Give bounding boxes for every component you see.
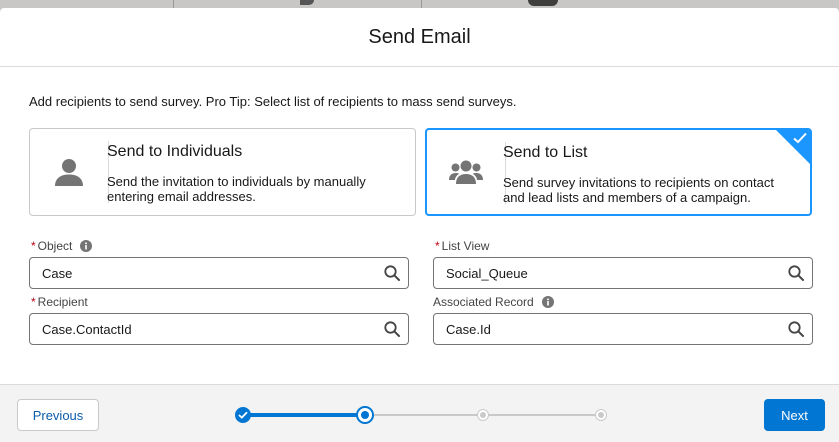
info-icon[interactable] xyxy=(80,240,93,252)
progress-step-upcoming[interactable] xyxy=(596,410,606,420)
modal-title: Send Email xyxy=(368,25,471,48)
modal-body: Add recipients to send survey. Pro Tip: … xyxy=(0,67,839,384)
send-to-list-option[interactable]: Send to List Send survey invitations to … xyxy=(425,128,812,216)
associated-record-input[interactable] xyxy=(434,314,774,344)
recipient-label: * Recipient xyxy=(31,295,88,309)
next-button[interactable]: Next xyxy=(764,399,825,431)
list-view-label: * List View xyxy=(435,239,489,253)
previous-button[interactable]: Previous xyxy=(17,399,99,431)
send-to-individuals-option[interactable]: Send to Individuals Send the invitation … xyxy=(29,128,416,216)
progress-indicator xyxy=(234,405,614,425)
object-lookup[interactable] xyxy=(29,257,409,289)
object-input[interactable] xyxy=(30,258,370,288)
option-title: Send to Individuals xyxy=(107,143,243,160)
list-view-lookup[interactable] xyxy=(433,257,813,289)
recipient-input[interactable] xyxy=(30,314,370,344)
option-description: Send the invitation to individuals by ma… xyxy=(107,174,366,204)
search-icon[interactable] xyxy=(788,321,804,337)
option-description: Send survey invitations to recipients on… xyxy=(503,175,774,205)
group-icon xyxy=(427,130,505,214)
recipient-label-text: Recipient xyxy=(37,295,88,309)
modal-header: Send Email xyxy=(0,8,839,67)
object-label-text: Object xyxy=(37,239,73,253)
search-icon[interactable] xyxy=(384,265,400,281)
associated-record-lookup[interactable] xyxy=(433,313,813,345)
recipient-lookup[interactable] xyxy=(29,313,409,345)
required-indicator: * xyxy=(435,239,440,253)
option-title: Send to List xyxy=(503,144,588,161)
search-icon[interactable] xyxy=(788,265,804,281)
check-icon xyxy=(238,411,248,419)
send-email-modal: Send Email Add recipients to send survey… xyxy=(0,8,839,442)
background-shape xyxy=(528,0,558,6)
progress-step-current[interactable] xyxy=(356,406,374,424)
list-view-input[interactable] xyxy=(434,258,774,288)
progress-step-completed[interactable] xyxy=(235,407,251,423)
object-label: * Object xyxy=(31,239,93,253)
progress-step-upcoming[interactable] xyxy=(478,410,488,420)
user-icon xyxy=(30,129,108,215)
associated-record-label-text: Associated Record xyxy=(433,295,534,309)
associated-record-label: Associated Record xyxy=(433,295,554,309)
search-icon[interactable] xyxy=(384,321,400,337)
required-indicator: * xyxy=(31,239,36,253)
progress-track-completed xyxy=(243,413,366,417)
info-icon[interactable] xyxy=(541,296,554,308)
checkmark-icon xyxy=(793,132,807,144)
list-view-label-text: List View xyxy=(441,239,490,253)
required-indicator: * xyxy=(31,295,36,309)
intro-text: Add recipients to send survey. Pro Tip: … xyxy=(29,94,517,109)
background-shape xyxy=(300,0,314,5)
modal-footer: Previous Next xyxy=(0,384,839,442)
